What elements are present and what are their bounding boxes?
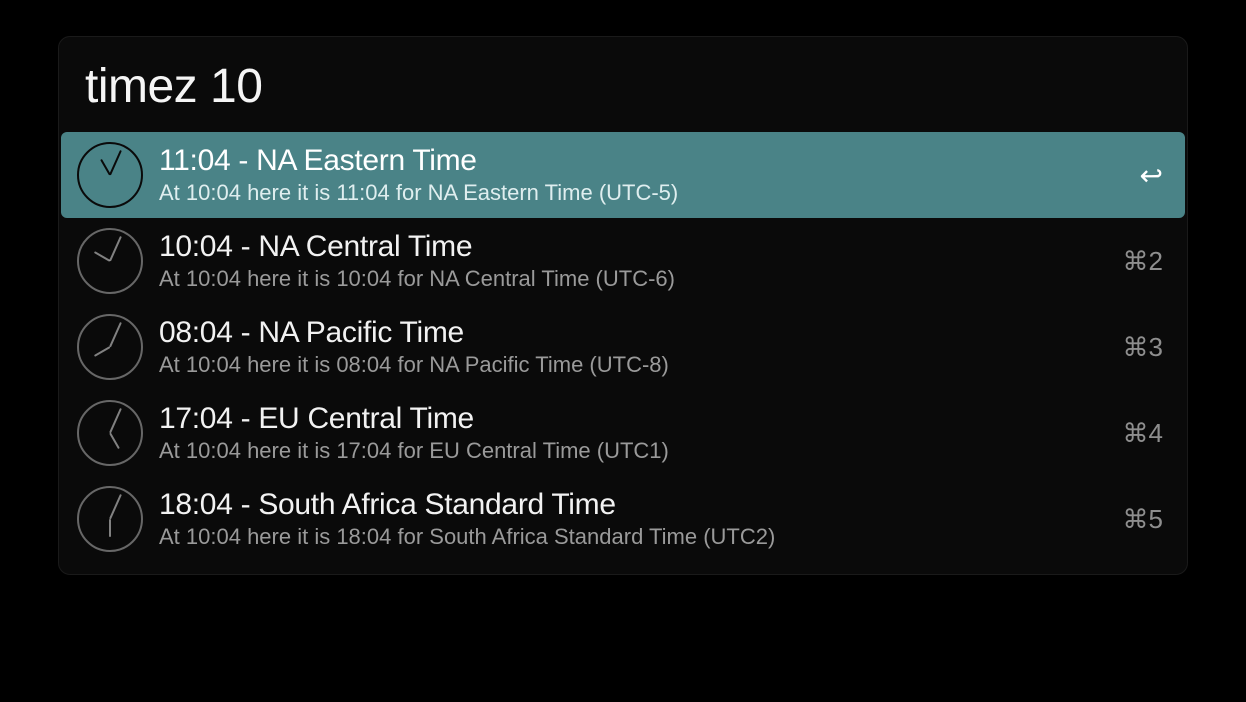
result-title: 10:04 - NA Central Time bbox=[159, 229, 1109, 265]
results-list: 11:04 - NA Eastern TimeAt 10:04 here it … bbox=[59, 132, 1187, 562]
result-text: 11:04 - NA Eastern TimeAt 10:04 here it … bbox=[159, 143, 1126, 208]
clock-icon bbox=[75, 484, 145, 554]
enter-shortcut: ↩ bbox=[1140, 159, 1163, 192]
search-row bbox=[59, 37, 1187, 132]
keyboard-shortcut: ⌘5 bbox=[1123, 504, 1163, 535]
result-subtitle: At 10:04 here it is 11:04 for NA Eastern… bbox=[159, 179, 1126, 208]
result-text: 17:04 - EU Central TimeAt 10:04 here it … bbox=[159, 401, 1109, 466]
clock-icon bbox=[75, 140, 145, 210]
result-title: 17:04 - EU Central Time bbox=[159, 401, 1109, 437]
result-row[interactable]: 17:04 - EU Central TimeAt 10:04 here it … bbox=[61, 390, 1185, 476]
result-subtitle: At 10:04 here it is 17:04 for EU Central… bbox=[159, 437, 1109, 466]
result-title: 18:04 - South Africa Standard Time bbox=[159, 487, 1109, 523]
result-text: 08:04 - NA Pacific TimeAt 10:04 here it … bbox=[159, 315, 1109, 380]
clock-icon bbox=[75, 398, 145, 468]
clock-icon bbox=[75, 312, 145, 382]
result-title: 08:04 - NA Pacific Time bbox=[159, 315, 1109, 351]
result-row[interactable]: 10:04 - NA Central TimeAt 10:04 here it … bbox=[61, 218, 1185, 304]
result-title: 11:04 - NA Eastern Time bbox=[159, 143, 1126, 179]
result-row[interactable]: 11:04 - NA Eastern TimeAt 10:04 here it … bbox=[61, 132, 1185, 218]
result-subtitle: At 10:04 here it is 18:04 for South Afri… bbox=[159, 523, 1109, 552]
result-row[interactable]: 08:04 - NA Pacific TimeAt 10:04 here it … bbox=[61, 304, 1185, 390]
result-subtitle: At 10:04 here it is 10:04 for NA Central… bbox=[159, 265, 1109, 294]
result-text: 10:04 - NA Central TimeAt 10:04 here it … bbox=[159, 229, 1109, 294]
launcher-window: 11:04 - NA Eastern TimeAt 10:04 here it … bbox=[58, 36, 1188, 575]
keyboard-shortcut: ⌘2 bbox=[1123, 246, 1163, 277]
clock-icon bbox=[75, 226, 145, 296]
keyboard-shortcut: ⌘4 bbox=[1123, 418, 1163, 449]
return-icon: ↩ bbox=[1140, 159, 1163, 192]
search-input[interactable] bbox=[85, 59, 1161, 114]
result-text: 18:04 - South Africa Standard TimeAt 10:… bbox=[159, 487, 1109, 552]
result-subtitle: At 10:04 here it is 08:04 for NA Pacific… bbox=[159, 351, 1109, 380]
keyboard-shortcut: ⌘3 bbox=[1123, 332, 1163, 363]
result-row[interactable]: 18:04 - South Africa Standard TimeAt 10:… bbox=[61, 476, 1185, 562]
